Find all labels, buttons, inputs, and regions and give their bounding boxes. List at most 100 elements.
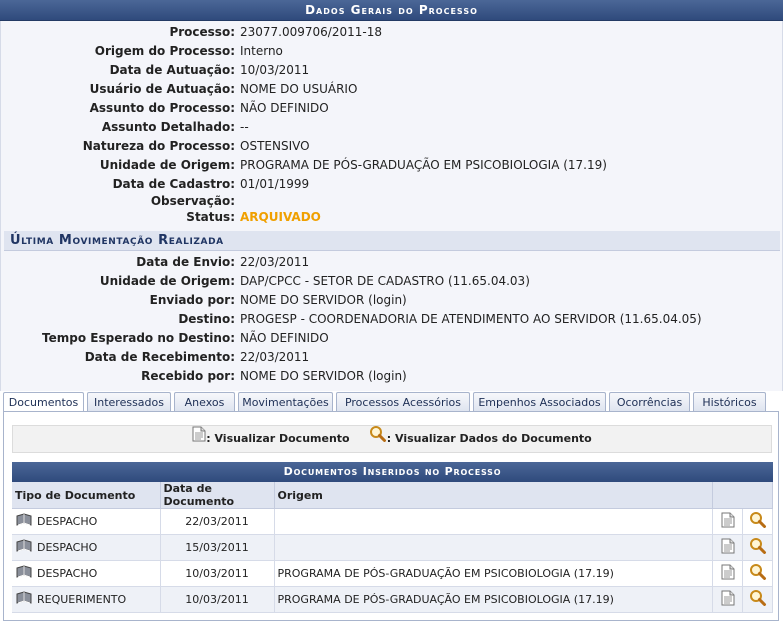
doc-origin: PROGRAMA DE PÓS-GRADUAÇÃO EM PSICOBIOLOG… bbox=[274, 560, 713, 587]
magnifier-icon bbox=[749, 590, 767, 609]
doc-date: 10/03/2011 bbox=[160, 586, 275, 613]
view-document-data-button[interactable] bbox=[742, 560, 773, 587]
tab-anexos[interactable]: Anexos bbox=[174, 392, 235, 412]
document-icon bbox=[721, 590, 735, 609]
field-value: NOME DO USUÁRIO bbox=[240, 82, 358, 96]
field-origem: Origem do Processo: Interno bbox=[1, 42, 783, 61]
field-data-recebimento: Data de Recebimento: 22/03/2011 bbox=[1, 348, 783, 367]
table-row: DESPACHO 10/03/2011 PROGRAMA DE PÓS-GRAD… bbox=[12, 560, 773, 587]
doc-date: 22/03/2011 bbox=[160, 508, 275, 535]
field-label: Usuário de Autuação: bbox=[89, 82, 235, 96]
tab-movimentacoes[interactable]: Movimentações bbox=[238, 392, 333, 412]
table-row: DESPACHO 22/03/2011 bbox=[12, 508, 773, 535]
field-value: NOME DO SERVIDOR (login) bbox=[240, 369, 407, 383]
field-value: 10/03/2011 bbox=[240, 63, 310, 77]
field-value: NÃO DEFINIDO bbox=[240, 331, 329, 345]
doc-origin: PROGRAMA DE PÓS-GRADUAÇÃO EM PSICOBIOLOG… bbox=[274, 586, 713, 613]
magnifier-icon bbox=[749, 564, 767, 583]
field-value: Interno bbox=[240, 44, 283, 58]
field-value: 22/03/2011 bbox=[240, 255, 310, 269]
field-label: Assunto do Processo: bbox=[89, 101, 235, 115]
document-icon bbox=[721, 564, 735, 583]
field-label: Tempo Esperado no Destino: bbox=[42, 331, 235, 345]
field-value: 23077.009706/2011-18 bbox=[240, 25, 382, 39]
column-header: Data de Documento bbox=[160, 482, 275, 509]
view-document-button[interactable] bbox=[712, 586, 743, 613]
view-document-button[interactable] bbox=[712, 534, 743, 561]
document-icon bbox=[192, 426, 206, 452]
doc-type: DESPACHO bbox=[37, 541, 98, 554]
field-label: Origem do Processo: bbox=[94, 44, 235, 58]
doc-type: DESPACHO bbox=[37, 515, 98, 528]
field-mov-unidade-origem: Unidade de Origem: DAP/CPCC - SETOR DE C… bbox=[1, 272, 783, 291]
field-assunto: Assunto do Processo: NÃO DEFINIDO bbox=[1, 99, 783, 118]
field-value: DAP/CPCC - SETOR DE CADASTRO (11.65.04.0… bbox=[240, 274, 530, 288]
field-value: PROGRAMA DE PÓS-GRADUAÇÃO EM PSICOBIOLOG… bbox=[240, 158, 607, 172]
view-document-data-button[interactable] bbox=[742, 508, 773, 535]
field-recebido-por: Recebido por: NOME DO SERVIDOR (login) bbox=[1, 367, 783, 386]
field-label: Assunto Detalhado: bbox=[101, 120, 235, 134]
field-value: -- bbox=[240, 120, 249, 134]
column-header: Origem bbox=[274, 482, 713, 509]
field-label: Enviado por: bbox=[149, 293, 235, 307]
doc-type-cell: DESPACHO bbox=[12, 560, 161, 587]
doc-origin bbox=[274, 508, 713, 535]
view-document-data-button[interactable] bbox=[742, 534, 773, 561]
column-header: Tipo de Documento bbox=[12, 482, 161, 509]
view-document-button[interactable] bbox=[712, 508, 743, 535]
field-processo: Processo: 23077.009706/2011-18 bbox=[1, 23, 783, 42]
tab-bar: Documentos Interessados Anexos Movimenta… bbox=[3, 392, 778, 413]
document-icon bbox=[721, 512, 735, 531]
doc-type: DESPACHO bbox=[37, 567, 98, 580]
field-natureza: Natureza do Processo: OSTENSIVO bbox=[1, 137, 783, 156]
tab-ocorrencias[interactable]: Ocorrências bbox=[609, 392, 690, 412]
tab-processos-acessorios[interactable]: Processos Acessórios bbox=[336, 392, 470, 412]
field-value: OSTENSIVO bbox=[240, 139, 310, 153]
documents-table-title: Documentos Inseridos no Processo bbox=[12, 462, 773, 482]
doc-type-cell: DESPACHO bbox=[12, 508, 161, 535]
field-enviado-por: Enviado por: NOME DO SERVIDOR (login) bbox=[1, 291, 783, 310]
legend-view-document: : Visualizar Documento bbox=[206, 432, 350, 445]
field-value: NOME DO SERVIDOR (login) bbox=[240, 293, 407, 307]
field-label: Destino: bbox=[178, 312, 235, 326]
process-details-panel: Processo: 23077.009706/2011-18 Origem do… bbox=[0, 21, 783, 391]
view-document-data-button[interactable] bbox=[742, 586, 773, 613]
magnifier-icon bbox=[749, 538, 767, 557]
field-label: Unidade de Origem: bbox=[99, 274, 235, 288]
field-tempo-esperado: Tempo Esperado no Destino: NÃO DEFINIDO bbox=[1, 329, 783, 348]
field-usuario-autuacao: Usuário de Autuação: NOME DO USUÁRIO bbox=[1, 80, 783, 99]
icon-legend: : Visualizar Documento : Visualizar Dado… bbox=[12, 425, 772, 453]
tab-documentos[interactable]: Documentos bbox=[3, 392, 84, 413]
book-icon bbox=[15, 513, 33, 530]
book-icon bbox=[15, 591, 33, 608]
field-label: Natureza do Processo: bbox=[82, 139, 235, 153]
field-destino: Destino: PROGESP - COORDENADORIA DE ATEN… bbox=[1, 310, 783, 329]
documents-table: Tipo de Documento Data de Documento Orig… bbox=[12, 482, 773, 613]
last-movement-title: Última Movimentação Realizada bbox=[4, 231, 780, 251]
document-icon bbox=[721, 538, 735, 557]
table-header-row: Tipo de Documento Data de Documento Orig… bbox=[12, 482, 773, 509]
field-label: Data de Envio: bbox=[136, 255, 235, 269]
field-data-envio: Data de Envio: 22/03/2011 bbox=[1, 253, 783, 272]
field-label: Data de Recebimento: bbox=[84, 350, 235, 364]
magnifier-icon bbox=[369, 426, 387, 452]
field-label: Recebido por: bbox=[141, 369, 235, 383]
tab-historicos[interactable]: Históricos bbox=[693, 392, 766, 412]
view-document-button[interactable] bbox=[712, 560, 743, 587]
doc-date: 15/03/2011 bbox=[160, 534, 275, 561]
field-label: Status: bbox=[186, 210, 235, 224]
field-label: Processo: bbox=[169, 25, 235, 39]
status-badge: ARQUIVADO bbox=[240, 210, 321, 224]
table-row: REQUERIMENTO 10/03/2011 PROGRAMA DE PÓS-… bbox=[12, 586, 773, 613]
tab-empenhos-associados[interactable]: Empenhos Associados bbox=[473, 392, 606, 412]
doc-type-cell: DESPACHO bbox=[12, 534, 161, 561]
tab-interessados[interactable]: Interessados bbox=[87, 392, 171, 412]
doc-type: REQUERIMENTO bbox=[37, 593, 127, 606]
legend-view-data: : Visualizar Dados do Documento bbox=[386, 432, 592, 445]
field-status: Status: ARQUIVADO bbox=[1, 208, 783, 227]
book-icon bbox=[15, 539, 33, 556]
field-unidade-origem: Unidade de Origem: PROGRAMA DE PÓS-GRADU… bbox=[1, 156, 783, 175]
page-title: Dados Gerais do Processo bbox=[0, 0, 783, 21]
field-value: 22/03/2011 bbox=[240, 350, 310, 364]
doc-origin bbox=[274, 534, 713, 561]
